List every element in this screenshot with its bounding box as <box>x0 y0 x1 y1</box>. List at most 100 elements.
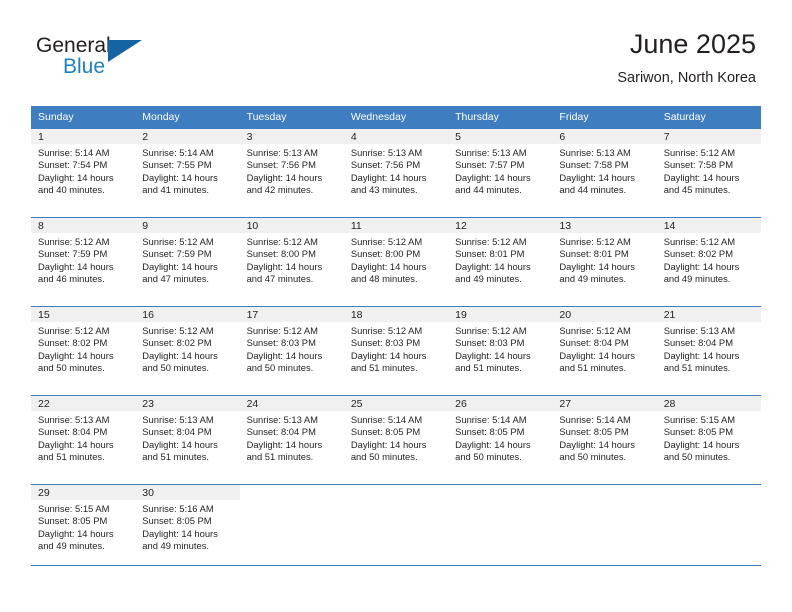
calendar-day-cell[interactable]: 3 Sunrise: 5:13 AM Sunset: 7:56 PM Daylight… <box>239 128 344 218</box>
day-number: 2 <box>135 129 240 144</box>
day-sunrise-text: Sunrise: 5:14 AM <box>559 414 631 425</box>
day-number: 5 <box>448 129 553 144</box>
day-details: Sunrise: 5:13 AM Sunset: 8:04 PM Daylight:… <box>135 411 239 464</box>
title-block: June 2025 Sariwon, North Korea <box>617 28 756 88</box>
day-daylight-text: and 50 minutes. <box>246 362 314 374</box>
day-number: 4 <box>343 129 449 144</box>
calendar-day-cell[interactable]: 25 Sunrise: 5:14 AM Sunset: 8:05 PM Dayligh… <box>343 395 449 485</box>
day-sunrise-text: Sunrise: 5:14 AM <box>142 147 214 158</box>
day-number: 10 <box>239 218 344 233</box>
calendar-day-cell[interactable]: 29 Sunrise: 5:15 AM Sunset: 8:05 PM Dayligh… <box>31 484 136 566</box>
day-details: Sunrise: 5:12 AM Sunset: 8:00 PM Daylight:… <box>240 233 344 286</box>
calendar-day-cell[interactable]: 28 Sunrise: 5:15 AM Sunset: 8:05 PM Dayligh… <box>656 395 761 485</box>
calendar-day-cell[interactable]: 15 Sunrise: 5:12 AM Sunset: 8:02 PM Dayligh… <box>31 306 136 396</box>
calendar-day-cell[interactable]: 18 Sunrise: 5:12 AM Sunset: 8:03 PM Dayligh… <box>343 306 449 396</box>
day-number: 12 <box>448 218 553 233</box>
calendar-day-cell[interactable]: 6 Sunrise: 5:13 AM Sunset: 7:58 PM Daylight… <box>552 128 657 218</box>
day-daylight-text: and 50 minutes. <box>559 451 627 463</box>
day-details: Sunrise: 5:14 AM Sunset: 8:05 PM Daylight:… <box>552 411 656 464</box>
day-sunset-text: Sunset: 7:59 PM <box>38 248 108 260</box>
calendar-day-cell[interactable]: 5 Sunrise: 5:13 AM Sunset: 7:57 PM Daylight… <box>448 128 553 218</box>
day-daylight-text: Daylight: 14 hours <box>663 171 740 183</box>
day-sunset-text: Sunset: 8:04 PM <box>142 426 212 438</box>
calendar-day-cell[interactable]: 22 Sunrise: 5:13 AM Sunset: 8:04 PM Dayligh… <box>31 395 136 485</box>
calendar-week-row: 15 Sunrise: 5:12 AM Sunset: 8:02 PM Dayligh… <box>31 306 761 396</box>
day-number: 23 <box>135 396 240 411</box>
day-daylight-text: and 43 minutes. <box>350 184 418 196</box>
calendar-day-cell[interactable]: 10 Sunrise: 5:12 AM Sunset: 8:00 PM Dayligh… <box>239 217 344 307</box>
day-sunrise-text: Sunrise: 5:12 AM <box>38 325 110 336</box>
day-sunset-text: Sunset: 8:05 PM <box>350 426 421 438</box>
day-daylight-text: Daylight: 14 hours <box>246 171 323 183</box>
calendar-day-cell[interactable]: 21 Sunrise: 5:13 AM Sunset: 8:04 PM Dayligh… <box>656 306 761 396</box>
day-daylight-text: Daylight: 14 hours <box>559 260 635 272</box>
day-details: Sunrise: 5:12 AM Sunset: 8:02 PM Daylight:… <box>31 322 135 375</box>
calendar-day-cell[interactable]: 8 Sunrise: 5:12 AM Sunset: 7:59 PM Daylight… <box>31 217 136 307</box>
day-number: 27 <box>552 396 657 411</box>
day-sunset-text: Sunset: 7:56 PM <box>246 159 316 171</box>
day-sunrise-text: Sunrise: 5:14 AM <box>455 414 527 425</box>
day-daylight-text: and 51 minutes. <box>38 451 105 463</box>
day-number: 18 <box>343 307 449 322</box>
calendar-day-cell-empty <box>343 484 449 566</box>
calendar-day-cell[interactable]: 12 Sunrise: 5:12 AM Sunset: 8:01 PM Dayligh… <box>448 217 553 307</box>
calendar-day-cell[interactable]: 27 Sunrise: 5:14 AM Sunset: 8:05 PM Dayligh… <box>552 395 657 485</box>
day-number: 3 <box>239 129 344 144</box>
day-daylight-text: Daylight: 14 hours <box>559 349 635 361</box>
day-sunset-text: Sunset: 8:05 PM <box>663 426 733 438</box>
day-number <box>448 485 553 500</box>
calendar-day-cell[interactable]: 9 Sunrise: 5:12 AM Sunset: 7:59 PM Daylight… <box>135 217 240 307</box>
day-sunset-text: Sunset: 8:05 PM <box>559 426 629 438</box>
day-daylight-text: and 51 minutes. <box>246 451 314 463</box>
day-sunrise-text: Sunrise: 5:14 AM <box>38 147 110 158</box>
day-details: Sunrise: 5:12 AM Sunset: 8:03 PM Daylight:… <box>344 322 448 375</box>
calendar-day-cell[interactable]: 2 Sunrise: 5:14 AM Sunset: 7:55 PM Daylight… <box>135 128 240 218</box>
day-sunset-text: Sunset: 8:05 PM <box>455 426 525 438</box>
calendar-day-cell[interactable]: 4 Sunrise: 5:13 AM Sunset: 7:56 PM Daylight… <box>343 128 449 218</box>
calendar-body: 1 Sunrise: 5:14 AM Sunset: 7:54 PM Daylight… <box>31 128 761 566</box>
calendar-day-cell[interactable]: 1 Sunrise: 5:14 AM Sunset: 7:54 PM Daylight… <box>31 128 136 218</box>
day-sunset-text: Sunset: 7:55 PM <box>142 159 212 171</box>
day-sunset-text: Sunset: 8:03 PM <box>246 337 316 349</box>
weekday-header-monday: Monday <box>135 106 240 129</box>
calendar-day-cell[interactable]: 7 Sunrise: 5:12 AM Sunset: 7:58 PM Daylight… <box>656 128 761 218</box>
day-number: 15 <box>31 307 136 322</box>
day-sunrise-text: Sunrise: 5:14 AM <box>350 414 423 425</box>
calendar-day-cell[interactable]: 19 Sunrise: 5:12 AM Sunset: 8:03 PM Dayligh… <box>448 306 553 396</box>
calendar-day-cell[interactable]: 30 Sunrise: 5:16 AM Sunset: 8:05 PM Dayligh… <box>135 484 240 566</box>
day-number <box>656 485 761 500</box>
calendar-day-cell-empty <box>239 484 344 566</box>
day-daylight-text: and 46 minutes. <box>38 273 105 285</box>
day-daylight-text: Daylight: 14 hours <box>350 349 427 361</box>
day-daylight-text: Daylight: 14 hours <box>663 260 740 272</box>
calendar-day-cell[interactable]: 16 Sunrise: 5:12 AM Sunset: 8:02 PM Dayligh… <box>135 306 240 396</box>
day-sunrise-text: Sunrise: 5:12 AM <box>559 236 631 247</box>
day-details: Sunrise: 5:14 AM Sunset: 8:05 PM Daylight:… <box>344 411 448 464</box>
day-daylight-text: and 44 minutes. <box>455 184 522 196</box>
day-details: Sunrise: 5:12 AM Sunset: 8:00 PM Daylight:… <box>344 233 448 286</box>
day-daylight-text: Daylight: 14 hours <box>455 260 531 272</box>
day-number: 14 <box>656 218 761 233</box>
day-sunrise-text: Sunrise: 5:13 AM <box>246 147 318 158</box>
day-sunrise-text: Sunrise: 5:15 AM <box>38 503 110 514</box>
calendar-day-cell[interactable]: 20 Sunrise: 5:12 AM Sunset: 8:04 PM Dayligh… <box>552 306 657 396</box>
day-daylight-text: Daylight: 14 hours <box>38 349 114 361</box>
day-sunset-text: Sunset: 8:03 PM <box>350 337 421 349</box>
calendar-day-cell[interactable]: 24 Sunrise: 5:13 AM Sunset: 8:04 PM Dayligh… <box>239 395 344 485</box>
calendar-day-cell[interactable]: 14 Sunrise: 5:12 AM Sunset: 8:02 PM Dayligh… <box>656 217 761 307</box>
day-sunrise-text: Sunrise: 5:12 AM <box>350 236 423 247</box>
calendar-day-cell[interactable]: 11 Sunrise: 5:12 AM Sunset: 8:00 PM Dayligh… <box>343 217 449 307</box>
day-daylight-text: Daylight: 14 hours <box>246 438 323 450</box>
calendar-day-cell[interactable]: 13 Sunrise: 5:12 AM Sunset: 8:01 PM Dayligh… <box>552 217 657 307</box>
weekday-header-wednesday: Wednesday <box>343 106 449 129</box>
calendar-day-cell-empty <box>552 484 657 566</box>
calendar-day-cell[interactable]: 17 Sunrise: 5:12 AM Sunset: 8:03 PM Dayligh… <box>239 306 344 396</box>
day-details <box>552 500 656 503</box>
day-number: 22 <box>31 396 136 411</box>
day-sunrise-text: Sunrise: 5:12 AM <box>38 236 110 247</box>
day-daylight-text: Daylight: 14 hours <box>142 171 218 183</box>
calendar-day-cell[interactable]: 26 Sunrise: 5:14 AM Sunset: 8:05 PM Dayligh… <box>448 395 553 485</box>
weekday-header-sunday: Sunday <box>31 106 136 129</box>
day-number: 16 <box>135 307 240 322</box>
calendar-day-cell[interactable]: 23 Sunrise: 5:13 AM Sunset: 8:04 PM Dayligh… <box>135 395 240 485</box>
